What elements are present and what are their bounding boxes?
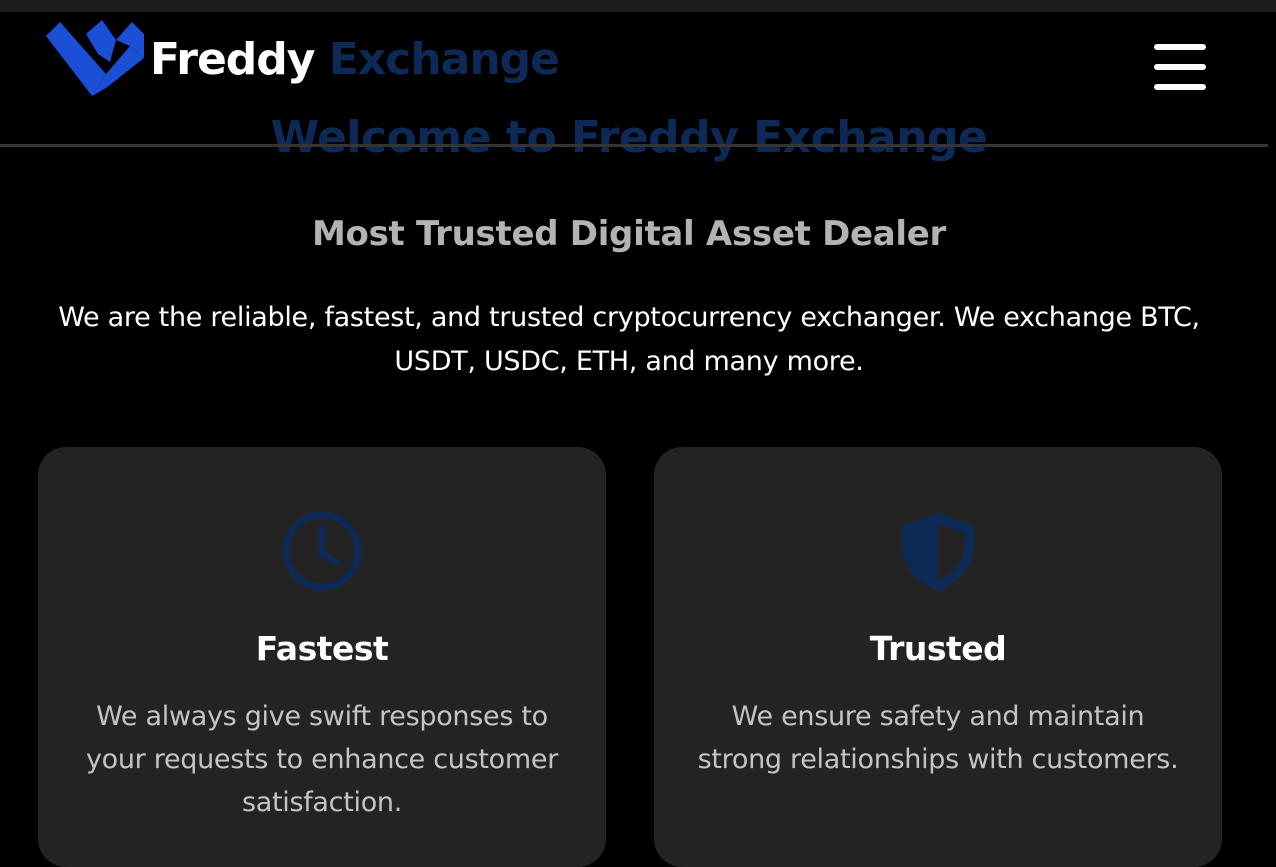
hero-subtitle: Most Trusted Digital Asset Dealer	[312, 214, 946, 254]
feature-card-fastest: Fastest We always give swift responses t…	[38, 447, 606, 867]
feature-title: Fastest	[255, 629, 389, 668]
logo-word-exchange: Exchange	[328, 33, 560, 85]
feature-title: Trusted	[869, 629, 1007, 668]
logo-link[interactable]: Freddy Exchange	[46, 18, 560, 98]
feature-text: We ensure safety and maintain strong rel…	[697, 701, 1179, 775]
header-divider	[0, 144, 1268, 147]
hero-description: We are the reliable, fastest, and truste…	[58, 302, 1200, 377]
hero-title: Welcome to Freddy Exchange	[270, 112, 988, 163]
top-bar	[0, 0, 1276, 12]
hamburger-menu-icon[interactable]	[1154, 44, 1206, 90]
logo-text: Freddy Exchange	[150, 33, 560, 85]
logo-word-freddy: Freddy	[150, 33, 315, 85]
feature-card-trusted: Trusted We ensure safety and maintain st…	[654, 447, 1222, 867]
clock-icon	[282, 511, 362, 591]
freddy-logo-icon	[46, 20, 144, 96]
feature-text: We always give swift responses to your r…	[85, 701, 559, 818]
shield-icon	[902, 513, 974, 591]
